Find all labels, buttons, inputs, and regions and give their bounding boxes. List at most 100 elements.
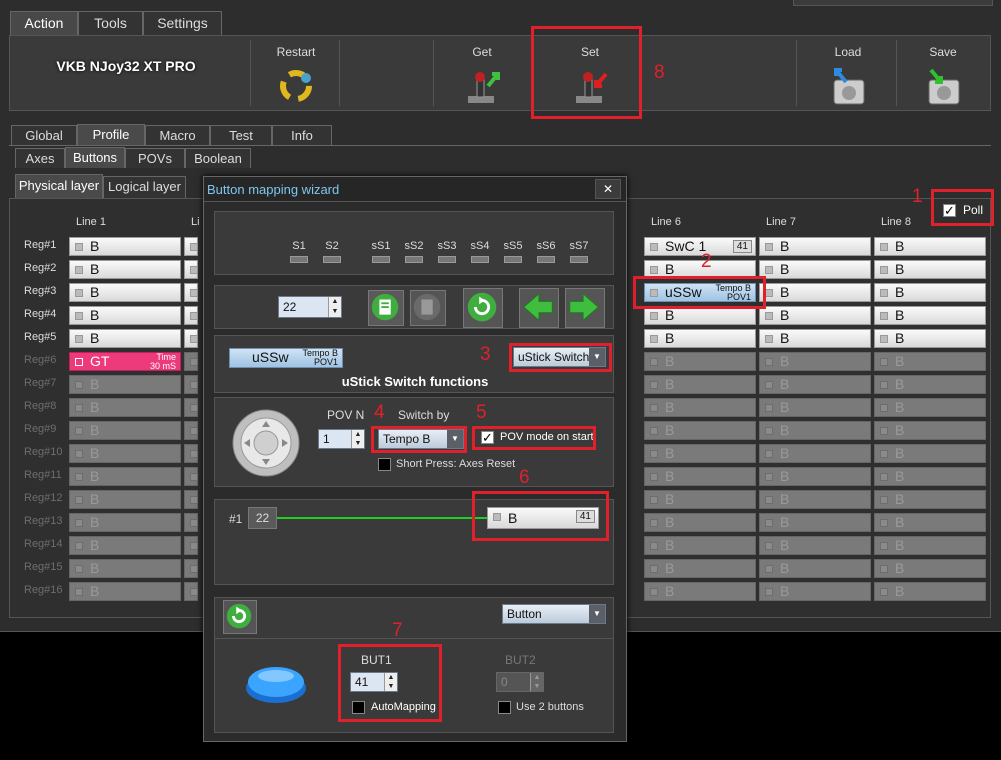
grid-cell[interactable]: [184, 490, 198, 509]
grid-cell[interactable]: B: [759, 582, 871, 601]
grid-cell[interactable]: B: [874, 398, 986, 417]
grid-cell[interactable]: B: [874, 237, 986, 256]
grid-cell[interactable]: B: [759, 513, 871, 532]
grid-cell[interactable]: B: [874, 329, 986, 348]
grid-cell[interactable]: B: [644, 513, 756, 532]
grid-cell[interactable]: B: [759, 559, 871, 578]
copy-button[interactable]: [368, 290, 404, 326]
grid-cell[interactable]: B: [69, 467, 181, 486]
poll-checkbox[interactable]: ✓: [943, 204, 956, 217]
next-button[interactable]: [565, 288, 605, 328]
grid-cell[interactable]: B: [759, 329, 871, 348]
grid-cell[interactable]: B: [644, 375, 756, 394]
grid-cell[interactable]: B: [644, 467, 756, 486]
paste-button[interactable]: [410, 290, 446, 326]
output-refresh-button[interactable]: [223, 600, 257, 634]
chain-register[interactable]: 22: [248, 507, 277, 529]
grid-cell[interactable]: B: [874, 467, 986, 486]
tab-povs[interactable]: POVs: [125, 148, 185, 168]
grid-cell[interactable]: B: [644, 444, 756, 463]
grid-cell[interactable]: B: [69, 536, 181, 555]
prev-button[interactable]: [519, 288, 559, 328]
grid-cell[interactable]: B: [69, 582, 181, 601]
grid-cell[interactable]: B: [759, 444, 871, 463]
grid-cell[interactable]: B: [759, 375, 871, 394]
tab-global[interactable]: Global: [11, 125, 77, 145]
use2-checkbox[interactable]: [498, 701, 511, 714]
grid-cell[interactable]: B: [874, 513, 986, 532]
load-button[interactable]: Load: [800, 36, 896, 110]
grid-cell[interactable]: B: [874, 375, 986, 394]
grid-cell[interactable]: GT Time 30 mS: [69, 352, 181, 371]
grid-cell[interactable]: B: [69, 490, 181, 509]
grid-cell[interactable]: B: [759, 490, 871, 509]
grid-cell[interactable]: [184, 283, 198, 302]
tab-logical-layer[interactable]: Logical layer: [103, 176, 186, 198]
grid-cell[interactable]: [184, 375, 198, 394]
grid-cell[interactable]: B: [644, 329, 756, 348]
grid-cell[interactable]: B: [644, 490, 756, 509]
grid-cell[interactable]: B: [874, 283, 986, 302]
grid-cell[interactable]: B: [759, 306, 871, 325]
grid-cell[interactable]: [184, 444, 198, 463]
grid-cell[interactable]: B: [874, 352, 986, 371]
grid-cell[interactable]: B: [69, 283, 181, 302]
grid-cell[interactable]: B: [759, 237, 871, 256]
grid-cell[interactable]: [184, 260, 198, 279]
grid-cell[interactable]: B: [69, 260, 181, 279]
grid-cell[interactable]: B: [874, 260, 986, 279]
grid-cell[interactable]: [184, 467, 198, 486]
chevron-down-icon[interactable]: ▼: [589, 605, 605, 623]
grid-cell[interactable]: [184, 536, 198, 555]
grid-cell[interactable]: B: [644, 582, 756, 601]
short-press-checkbox[interactable]: [378, 458, 391, 471]
grid-cell[interactable]: B: [69, 375, 181, 394]
pov-n-spinner[interactable]: 1 ▲ ▼: [318, 429, 365, 449]
grid-cell[interactable]: B: [874, 536, 986, 555]
grid-cell[interactable]: B: [874, 444, 986, 463]
close-icon[interactable]: ✕: [595, 179, 621, 199]
grid-cell[interactable]: B: [759, 352, 871, 371]
get-button[interactable]: Get: [438, 36, 526, 110]
tab-action[interactable]: Action: [10, 11, 78, 35]
grid-cell[interactable]: B: [644, 536, 756, 555]
grid-cell[interactable]: B: [69, 513, 181, 532]
grid-cell[interactable]: B: [644, 421, 756, 440]
grid-cell[interactable]: B: [874, 306, 986, 325]
grid-cell[interactable]: [184, 421, 198, 440]
grid-cell[interactable]: [184, 237, 198, 256]
tab-info[interactable]: Info: [272, 125, 332, 145]
grid-cell[interactable]: B: [874, 490, 986, 509]
grid-cell[interactable]: B: [69, 398, 181, 417]
grid-cell[interactable]: SwC 1 41: [644, 237, 756, 256]
tab-profile[interactable]: Profile: [77, 124, 145, 146]
grid-cell[interactable]: B: [644, 352, 756, 371]
grid-cell[interactable]: B: [644, 559, 756, 578]
spinner-arrows-icon[interactable]: ▲ ▼: [328, 297, 341, 317]
grid-cell[interactable]: B: [874, 582, 986, 601]
grid-cell[interactable]: B: [759, 421, 871, 440]
save-button[interactable]: Save: [898, 36, 988, 110]
grid-cell[interactable]: [184, 306, 198, 325]
tab-tools[interactable]: Tools: [78, 11, 143, 35]
tab-settings[interactable]: Settings: [143, 11, 222, 35]
grid-cell[interactable]: B: [69, 421, 181, 440]
tab-macro[interactable]: Macro: [145, 125, 210, 145]
grid-cell[interactable]: B: [69, 306, 181, 325]
grid-cell[interactable]: [184, 559, 198, 578]
grid-cell[interactable]: B: [759, 283, 871, 302]
grid-cell[interactable]: B: [69, 237, 181, 256]
grid-cell[interactable]: B: [644, 398, 756, 417]
but2-spinner[interactable]: 0 ▲ ▼: [496, 672, 544, 692]
grid-cell[interactable]: [184, 329, 198, 348]
spinner-arrows-icon[interactable]: ▲ ▼: [351, 430, 364, 448]
tab-buttons[interactable]: Buttons: [65, 147, 125, 168]
refresh-button[interactable]: [463, 288, 503, 328]
grid-cell[interactable]: B: [759, 536, 871, 555]
grid-cell[interactable]: B: [69, 444, 181, 463]
grid-cell[interactable]: B: [759, 260, 871, 279]
tab-test[interactable]: Test: [210, 125, 272, 145]
tab-boolean[interactable]: Boolean: [185, 148, 251, 168]
tab-axes[interactable]: Axes: [15, 148, 65, 168]
output-type-combo[interactable]: Button ▼: [502, 604, 606, 624]
